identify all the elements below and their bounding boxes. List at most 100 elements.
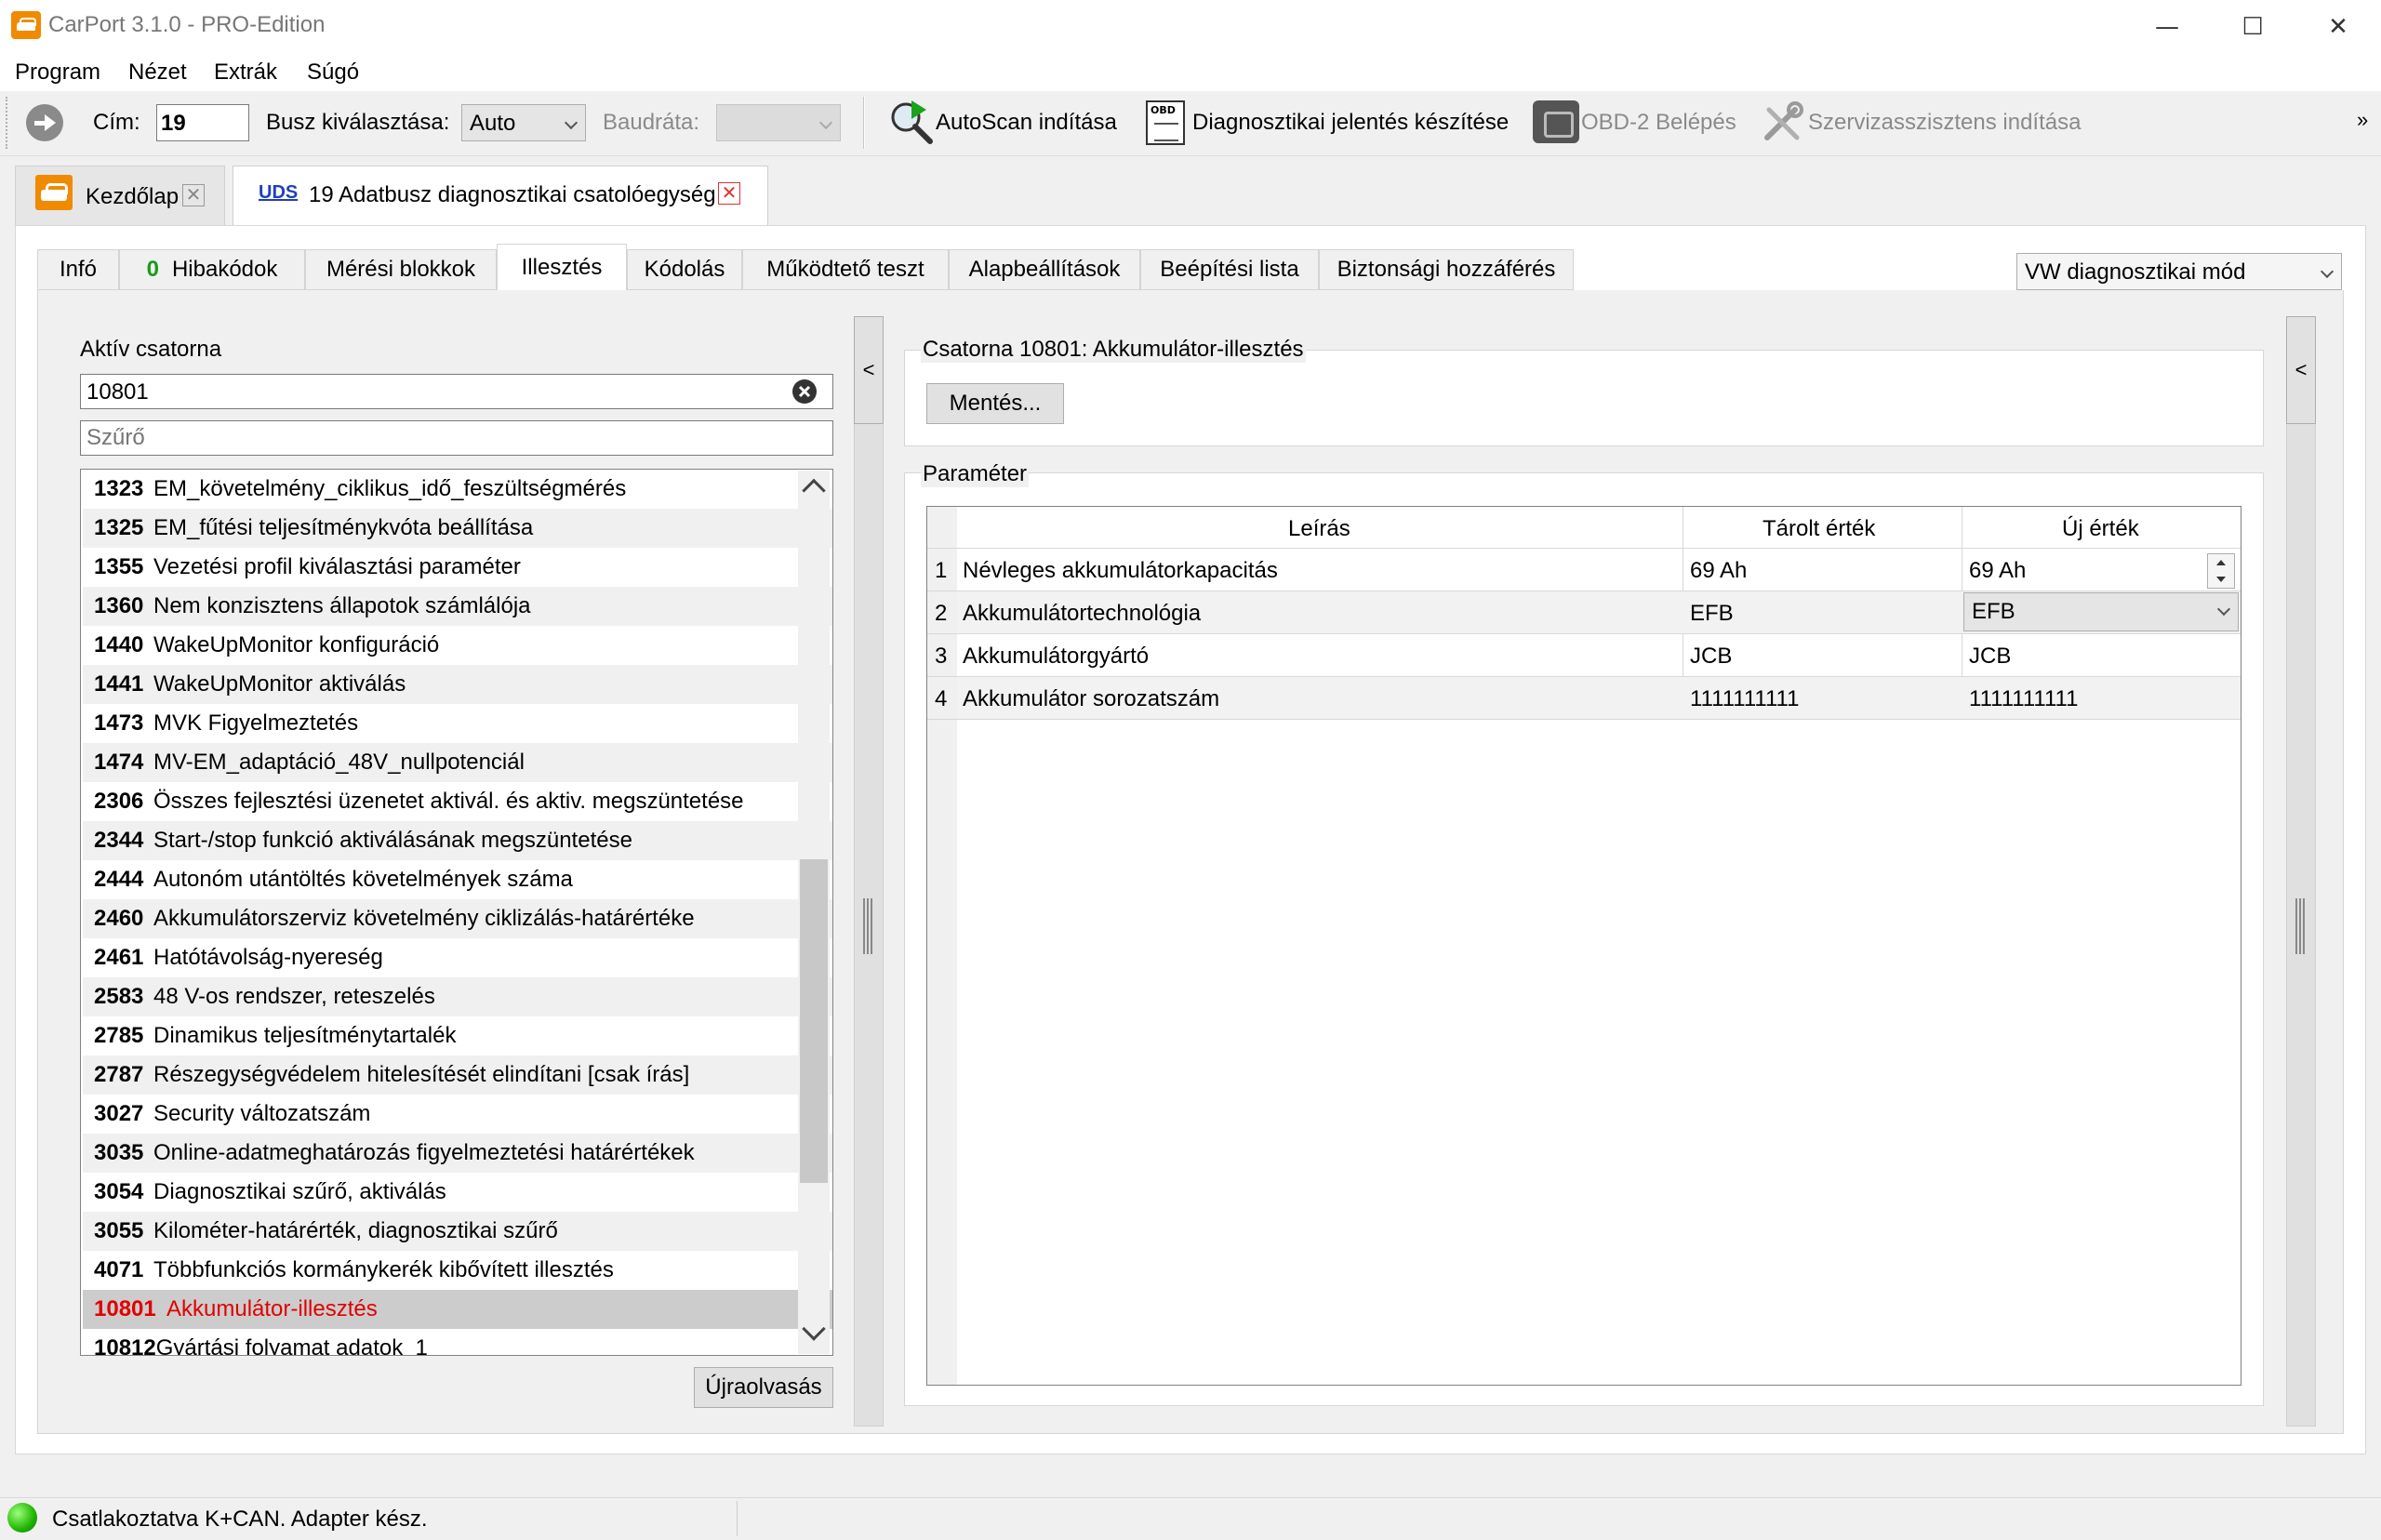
tab-adaptation[interactable]: Illesztés — [497, 244, 627, 292]
param-stored-value: 69 Ah — [1690, 558, 1748, 583]
list-item[interactable]: 2444 Autonóm utántöltés követelmények szá… — [83, 860, 832, 899]
window-title: CarPort 3.1.0 - PRO-Edition — [48, 12, 326, 37]
list-item[interactable]: 3055 Kilométer-határérték, diagnosztikai … — [83, 1212, 832, 1251]
channel-list[interactable]: 1323 EM_követelmény_ciklikus_idő_feszülts… — [80, 469, 833, 1356]
param-description: Akkumulátorgyártó — [963, 644, 1150, 669]
list-item[interactable]: 2785 Dinamikus teljesítménytartalék — [83, 1016, 832, 1055]
channel-number: 1440 — [94, 632, 144, 657]
param-description: Névleges akkumulátorkapacitás — [963, 558, 1278, 583]
list-item[interactable]: 3027 Security változatszám — [83, 1095, 832, 1134]
tab-module-label: 19 Adatbusz diagnosztikai csatolóegység — [309, 182, 716, 207]
toolbar-grip[interactable] — [6, 97, 9, 149]
list-item[interactable]: 2461 Hatótávolság-nyereség — [83, 938, 832, 977]
list-item[interactable]: 1440 WakeUpMonitor konfiguráció — [83, 626, 832, 665]
list-item[interactable]: 1441 WakeUpMonitor aktiválás — [83, 665, 832, 704]
list-item[interactable]: 10801 Akkumulátor-illesztés — [83, 1290, 832, 1329]
menu-extras[interactable]: Extrák — [214, 60, 277, 86]
active-channel-label: Aktív csatorna — [80, 337, 222, 362]
channel-name: EM_követelmény_ciklikus_idő_feszültségmé… — [153, 476, 627, 501]
list-item[interactable]: 1474 MV-EM_adaptáció_48V_nullpotenciál — [83, 743, 832, 782]
menu-view[interactable]: Nézet — [128, 60, 187, 86]
left-splitter[interactable] — [854, 316, 884, 1427]
reload-button[interactable]: Újraolvasás — [694, 1367, 833, 1408]
obd-button[interactable]: OBD-2 Belépés — [1581, 110, 1736, 136]
channel-name: Security változatszám — [153, 1101, 371, 1126]
parameter-label: Paraméter — [921, 461, 1030, 487]
collapse-left-button[interactable]: < — [854, 316, 884, 424]
report-button[interactable]: Diagnosztikai jelentés készítése — [1192, 110, 1509, 136]
tab-security-access[interactable]: Biztonsági hozzáférés — [1319, 249, 1574, 290]
channel-name: WakeUpMonitor konfiguráció — [153, 632, 440, 657]
service-button[interactable]: Szervizasszisztens indítása — [1808, 110, 2081, 136]
param-description: Akkumulátor sorozatszám — [963, 686, 1220, 711]
list-item[interactable]: 3035 Online-adatmeghatározás figyelmeztet… — [83, 1134, 832, 1173]
clear-icon[interactable] — [791, 378, 818, 405]
list-item[interactable]: 1323 EM_követelmény_ciklikus_idő_feszülts… — [83, 470, 832, 509]
tab-installation-list[interactable]: Beépítési lista — [1140, 249, 1319, 290]
splitter-grip-icon — [863, 898, 872, 954]
right-splitter[interactable] — [2286, 316, 2316, 1427]
status-separator — [737, 1501, 738, 1536]
list-item[interactable]: 1360 Nem konzisztens állapotok számlálója — [83, 587, 832, 626]
filter-input[interactable] — [80, 420, 833, 456]
address-input[interactable]: 19 — [156, 104, 249, 141]
param-new-value-input[interactable]: 1111111111 — [1969, 679, 2078, 720]
list-item[interactable]: 10812Gyártási folyamat adatok_1 — [83, 1329, 832, 1355]
chevron-down-icon — [564, 115, 579, 130]
channel-number: 10801 — [94, 1296, 156, 1321]
minimize-button[interactable]: — — [2124, 0, 2210, 54]
list-item[interactable]: 3054 Diagnosztikai szűrő, aktiválás — [83, 1173, 832, 1212]
column-header-description[interactable]: Leírás — [1288, 509, 1350, 550]
list-item[interactable]: 2787 Részegységvédelem hitelesítését elin… — [83, 1055, 832, 1095]
tab-faults[interactable]: 0 Hibakódok — [119, 249, 305, 290]
list-item[interactable]: 2583 48 V-os rendszer, reteszelés — [83, 977, 832, 1016]
column-header-stored[interactable]: Tárolt érték — [1762, 509, 1875, 550]
tab-actuator-test[interactable]: Működtető teszt — [742, 249, 949, 290]
bus-select[interactable]: Auto — [461, 104, 586, 141]
list-item[interactable]: 1355 Vezetési profil kiválasztási paramét… — [83, 548, 832, 587]
capacity-spinner[interactable] — [2207, 553, 2235, 589]
param-new-value-input[interactable]: JCB — [1969, 636, 2011, 677]
baud-select — [716, 104, 841, 141]
list-item[interactable]: 4071 Többfunkciós kormánykerék kibővített… — [83, 1251, 832, 1290]
spin-down-icon[interactable] — [2216, 577, 2226, 582]
diagnostic-mode-select[interactable]: VW diagnosztikai mód — [2016, 253, 2342, 290]
active-channel-input[interactable]: 10801 — [80, 374, 833, 409]
scrollbar-thumb[interactable] — [800, 859, 828, 1183]
channel-name: MV-EM_adaptáció_48V_nullpotenciál — [153, 750, 525, 775]
autoscan-button[interactable]: AutoScan indítása — [936, 110, 1117, 136]
close-icon[interactable]: ✕ — [182, 184, 205, 206]
save-button[interactable]: Mentés... — [926, 383, 1064, 424]
channel-number: 3027 — [94, 1101, 144, 1126]
close-icon[interactable]: ✕ — [718, 182, 740, 205]
chevron-down-icon — [2320, 264, 2334, 279]
menu-help[interactable]: Súgó — [307, 60, 359, 86]
list-item[interactable]: 1473 MVK Figyelmeztetés — [83, 704, 832, 743]
tab-measuring-blocks[interactable]: Mérési blokkok — [305, 249, 497, 290]
menu-program[interactable]: Program — [15, 60, 100, 86]
channel-number: 1441 — [94, 671, 144, 697]
status-text: Csatlakoztatva K+CAN. Adapter kész. — [52, 1507, 428, 1532]
param-new-value-input[interactable]: 69 Ah — [1969, 551, 2026, 591]
list-item[interactable]: 2460 Akkumulátorszerviz követelmény cikli… — [83, 899, 832, 938]
channel-name: Kilométer-határérték, diagnosztikai szűr… — [153, 1218, 558, 1243]
channel-name: Akkumulátor-illesztés — [166, 1296, 378, 1321]
report-document-icon — [1146, 100, 1185, 145]
list-item[interactable]: 2344 Start-/stop funkció aktiválásának me… — [83, 821, 832, 860]
technology-select[interactable]: EFB — [1963, 592, 2239, 631]
toolbar-overflow-button[interactable]: » — [2357, 108, 2368, 132]
connect-arrow-icon[interactable] — [26, 104, 63, 141]
list-item[interactable]: 2306 Összes fejlesztési üzenetet aktivál.… — [83, 782, 832, 821]
spin-up-icon[interactable] — [2216, 560, 2226, 565]
tab-basic-settings[interactable]: Alapbeállítások — [949, 249, 1140, 290]
maximize-button[interactable]: ☐ — [2210, 0, 2295, 54]
tab-coding[interactable]: Kódolás — [627, 249, 742, 290]
collapse-right-button[interactable]: < — [2286, 316, 2316, 424]
channel-name: Többfunkciós kormánykerék kibővített ill… — [153, 1257, 614, 1282]
app-car-icon — [11, 11, 41, 39]
close-button[interactable]: ✕ — [2295, 0, 2381, 54]
channel-name: Nem konzisztens állapotok számlálója — [153, 593, 531, 618]
column-header-new[interactable]: Új érték — [2062, 509, 2139, 550]
tab-info[interactable]: Infó — [37, 249, 119, 290]
list-item[interactable]: 1325 EM_fűtési teljesítménykvóta beállítá… — [83, 509, 832, 548]
